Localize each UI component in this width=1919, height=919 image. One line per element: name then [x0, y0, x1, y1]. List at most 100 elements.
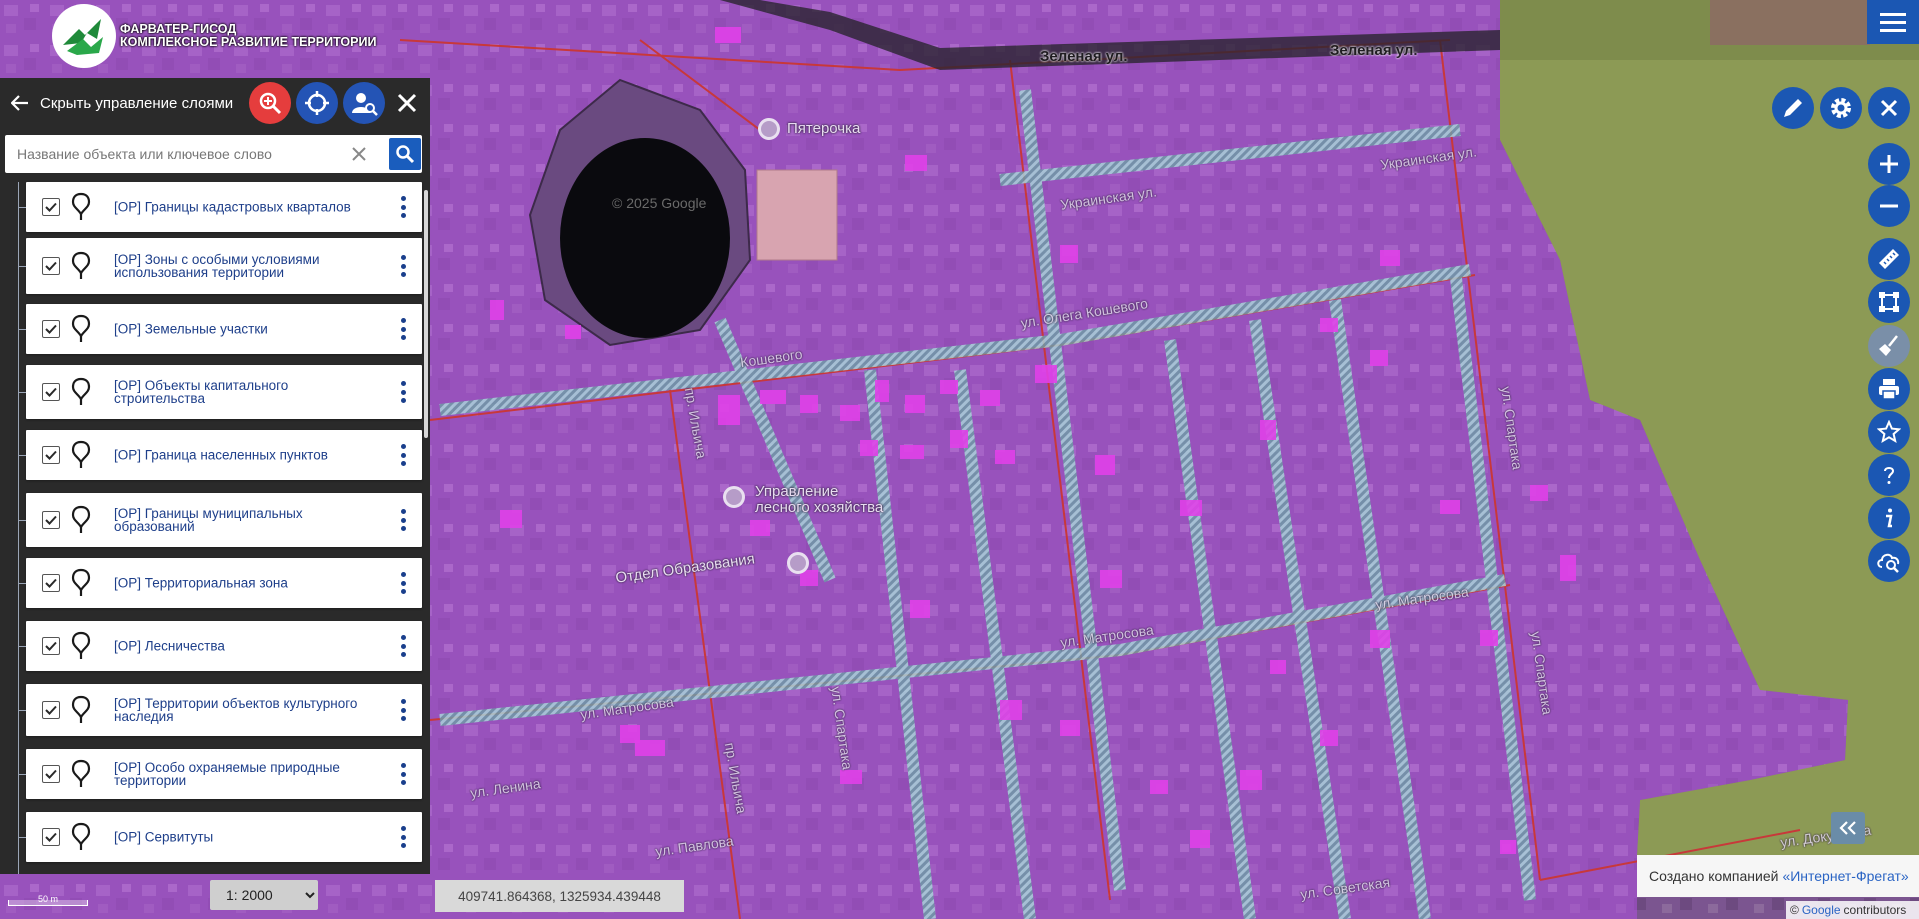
- search-button[interactable]: [389, 138, 421, 170]
- tree-line: [18, 182, 19, 874]
- checkmark-icon: [45, 324, 57, 334]
- zoom-in-button[interactable]: [1868, 143, 1910, 185]
- locate-button[interactable]: [296, 82, 338, 124]
- layer-label[interactable]: [ОР] Границы муниципальных образований: [114, 507, 379, 534]
- developer-credit: Создано компанией «Интернет-Фрегат»: [1637, 855, 1919, 897]
- back-arrow-icon[interactable]: [0, 78, 40, 128]
- layer-options-icon[interactable]: [398, 572, 408, 594]
- close-tools-button[interactable]: [1868, 87, 1910, 129]
- clear-map-button[interactable]: [1868, 325, 1910, 367]
- layer-visibility-checkbox[interactable]: [42, 320, 60, 338]
- settings-button[interactable]: [1820, 87, 1862, 129]
- education-pin-icon[interactable]: [787, 552, 809, 574]
- tree-connector: [18, 646, 26, 647]
- close-panel-button[interactable]: [386, 82, 428, 124]
- hamburger-icon: [1880, 13, 1906, 32]
- edit-button[interactable]: [1772, 87, 1814, 129]
- layer-row[interactable]: [ОР] Особо охраняемые природные территор…: [18, 749, 422, 799]
- layer-options-icon[interactable]: [398, 381, 408, 403]
- layer-label[interactable]: [ОР] Сервитуты: [114, 830, 379, 844]
- scale-select[interactable]: 1: 2000: [210, 880, 318, 910]
- info-icon: [1886, 508, 1893, 528]
- main-menu-button[interactable]: [1867, 0, 1919, 44]
- shop-pin-icon[interactable]: [758, 118, 780, 140]
- scale-bar: 50 m: [8, 894, 88, 908]
- layer-visibility-checkbox[interactable]: [42, 765, 60, 783]
- google-attribution-link[interactable]: Google: [1802, 903, 1841, 917]
- layer-pin-icon: [71, 822, 91, 850]
- layer-label[interactable]: [ОР] Граница населенных пунктов: [114, 448, 379, 462]
- print-button[interactable]: [1868, 368, 1910, 410]
- layer-options-icon[interactable]: [398, 318, 408, 340]
- layer-row[interactable]: [ОР] Территории объектов культурного нас…: [18, 684, 422, 736]
- cloud-search-button[interactable]: [1868, 540, 1910, 582]
- broom-icon: [1879, 335, 1898, 356]
- layer-options-icon[interactable]: [398, 255, 408, 277]
- layer-row[interactable]: [ОР] Земельные участки: [18, 304, 422, 354]
- search-input[interactable]: [5, 135, 335, 173]
- checkmark-icon: [45, 832, 57, 842]
- imagery-watermark: © 2025 Google: [612, 195, 707, 211]
- info-button[interactable]: [1868, 497, 1910, 539]
- layer-pin-icon: [71, 377, 91, 405]
- clear-search-icon[interactable]: [348, 143, 370, 165]
- tree-connector: [18, 837, 26, 838]
- favorites-button[interactable]: [1868, 411, 1910, 453]
- layer-options-icon[interactable]: [398, 763, 408, 785]
- layer-label[interactable]: [ОР] Территориальная зона: [114, 576, 379, 590]
- layer-visibility-checkbox[interactable]: [42, 637, 60, 655]
- layer-visibility-checkbox[interactable]: [42, 257, 60, 275]
- layer-visibility-checkbox[interactable]: [42, 828, 60, 846]
- layer-options-icon[interactable]: [398, 635, 408, 657]
- tree-connector: [18, 774, 26, 775]
- layer-pin-icon: [71, 314, 91, 342]
- layer-row[interactable]: [ОР] Сервитуты: [18, 812, 422, 862]
- layer-label[interactable]: [ОР] Границы кадастровых кварталов: [114, 200, 379, 214]
- measure-button[interactable]: [1868, 238, 1910, 280]
- hide-layers-link[interactable]: Скрыть управление слоями: [40, 95, 233, 112]
- layer-options-icon[interactable]: [398, 509, 408, 531]
- layer-options-icon[interactable]: [398, 826, 408, 848]
- layer-row[interactable]: [ОР] Объекты капитального строительства: [18, 365, 422, 419]
- office-pin-icon[interactable]: [723, 486, 745, 508]
- layer-label[interactable]: [ОР] Особо охраняемые природные территор…: [114, 761, 379, 788]
- layer-label[interactable]: [ОР] Зоны с особыми условиями использова…: [114, 253, 379, 280]
- layer-options-icon[interactable]: [398, 699, 408, 721]
- zoom-search-button[interactable]: [249, 82, 291, 124]
- panel-scrollbar[interactable]: [424, 190, 428, 438]
- layer-visibility-checkbox[interactable]: [42, 574, 60, 592]
- layer-row[interactable]: [ОР] Граница населенных пунктов: [18, 430, 422, 480]
- select-objects-button[interactable]: [1868, 281, 1910, 323]
- checkmark-icon: [45, 450, 57, 460]
- layer-row[interactable]: [ОР] Лесничества: [18, 621, 422, 671]
- layer-visibility-checkbox[interactable]: [42, 511, 60, 529]
- layer-label[interactable]: [ОР] Объекты капитального строительства: [114, 379, 379, 406]
- layer-label[interactable]: [ОР] Земельные участки: [114, 322, 379, 336]
- layer-row[interactable]: [ОР] Границы муниципальных образований: [18, 493, 422, 547]
- layer-visibility-checkbox[interactable]: [42, 383, 60, 401]
- layer-visibility-checkbox[interactable]: [42, 198, 60, 216]
- credit-company-link[interactable]: «Интернет-Фрегат»: [1782, 868, 1908, 884]
- layer-pin-icon: [71, 631, 91, 659]
- layer-label[interactable]: [ОР] Территории объектов культурного нас…: [114, 697, 379, 724]
- tree-connector: [18, 520, 26, 521]
- cursor-coordinates: 409741.864368, 1325934.439448: [435, 880, 684, 912]
- layer-row[interactable]: [ОР] Зоны с особыми условиями использова…: [18, 238, 422, 294]
- help-button[interactable]: [1868, 454, 1910, 496]
- layer-options-icon[interactable]: [398, 196, 408, 218]
- map-attribution: © Google contributors: [1786, 901, 1919, 919]
- user-search-icon: [352, 93, 378, 116]
- layer-visibility-checkbox[interactable]: [42, 701, 60, 719]
- search-box: [5, 135, 422, 173]
- layer-options-icon[interactable]: [398, 444, 408, 466]
- zoom-out-button[interactable]: [1868, 185, 1910, 227]
- owner-search-button[interactable]: [343, 82, 385, 124]
- tree-connector: [18, 710, 26, 711]
- collapse-button[interactable]: [1831, 812, 1865, 844]
- app-logo[interactable]: ФАРВАТЕР-ГИСОД КОМПЛЕКСНОЕ РАЗВИТИЕ ТЕРР…: [52, 4, 376, 68]
- layer-label[interactable]: [ОР] Лесничества: [114, 639, 379, 653]
- layer-row[interactable]: [ОР] Территориальная зона: [18, 558, 422, 608]
- close-icon: [397, 93, 417, 113]
- layer-visibility-checkbox[interactable]: [42, 446, 60, 464]
- layer-row[interactable]: [ОР] Границы кадастровых кварталов: [18, 182, 422, 232]
